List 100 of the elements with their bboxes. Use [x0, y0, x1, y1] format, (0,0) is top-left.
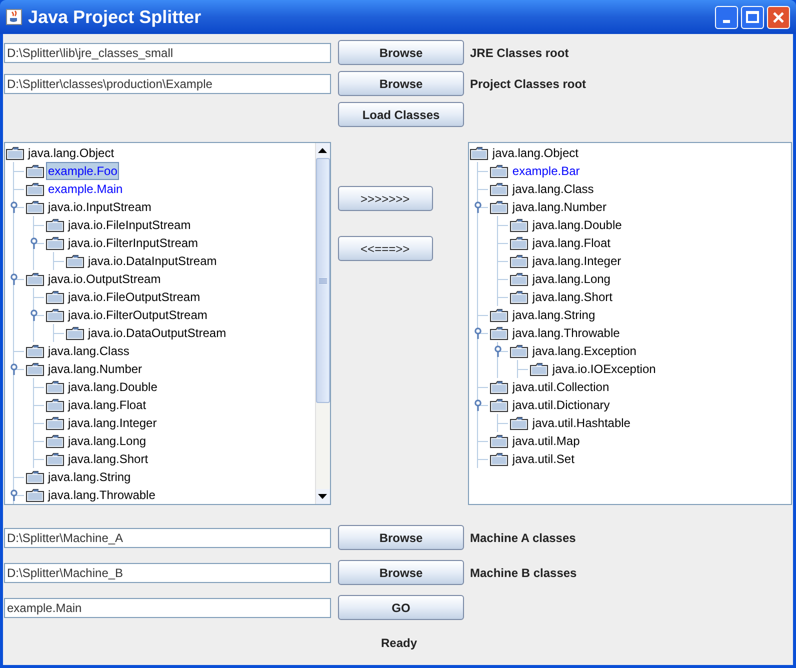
expanded-handle-icon[interactable]: [10, 363, 18, 375]
expanded-handle-icon[interactable]: [10, 201, 18, 213]
tree-item[interactable]: java.util.Collection: [510, 378, 612, 396]
folder-icon: [66, 326, 84, 340]
tree-item[interactable]: java.util.Dictionary: [510, 396, 612, 414]
expanded-handle-icon[interactable]: [494, 345, 502, 357]
folder-icon: [66, 254, 84, 268]
tree-item[interactable]: java.util.Set: [510, 450, 576, 468]
folder-icon: [510, 272, 528, 286]
expanded-handle-icon[interactable]: [474, 399, 482, 411]
tree-item[interactable]: java.lang.Short: [66, 450, 150, 468]
tree-item[interactable]: java.io.DataInputStream: [86, 252, 219, 270]
down-arrow-icon[interactable]: [318, 494, 328, 499]
tree-item[interactable]: java.lang.String: [46, 468, 133, 486]
folder-icon: [510, 290, 528, 304]
folder-icon: [26, 164, 44, 178]
window-title: Java Project Splitter: [28, 6, 202, 29]
folder-icon: [46, 218, 64, 232]
tree-item[interactable]: java.lang.Throwable: [510, 324, 622, 342]
path-field[interactable]: D:\Splitter\lib\jre_classes_small: [4, 42, 331, 62]
expanded-handle-icon[interactable]: [30, 237, 38, 249]
field-label: Machine B classes: [470, 564, 577, 582]
tree-item[interactable]: example.Foo: [46, 162, 120, 180]
load-classes-button[interactable]: Load Classes: [338, 102, 464, 127]
tree-item[interactable]: java.util.Hashtable: [530, 414, 632, 432]
expanded-handle-icon[interactable]: [10, 273, 18, 285]
folder-icon: [26, 200, 44, 214]
folder-icon: [46, 434, 64, 448]
folder-icon: [490, 452, 508, 466]
tree-item[interactable]: java.lang.Double: [66, 378, 160, 396]
tree-item[interactable]: java.lang.Object: [26, 144, 116, 162]
coffee-cup-icon: [6, 9, 22, 25]
tree-item[interactable]: java.lang.Number: [510, 198, 608, 216]
folder-icon: [46, 290, 64, 304]
tree-item[interactable]: java.lang.Long: [66, 432, 148, 450]
folder-icon: [26, 488, 44, 502]
folder-icon: [46, 236, 64, 250]
tree-item[interactable]: java.lang.Throwable: [46, 486, 158, 504]
move-button[interactable]: <<===>>: [338, 236, 433, 261]
expanded-handle-icon[interactable]: [10, 489, 18, 501]
tree-item[interactable]: java.io.FileInputStream: [66, 216, 193, 234]
tree-item[interactable]: java.lang.Float: [530, 234, 612, 252]
field-label: JRE Classes root: [470, 44, 569, 62]
move-button[interactable]: >>>>>>>: [338, 186, 433, 211]
path-field[interactable]: D:\Splitter\Machine_A: [4, 528, 331, 548]
tree-item[interactable]: example.Main: [46, 180, 125, 198]
maximize-button[interactable]: [741, 6, 764, 28]
minimize-button[interactable]: [715, 6, 738, 28]
scrollbar-thumb[interactable]: [316, 158, 330, 403]
close-icon: [772, 10, 785, 24]
expanded-handle-icon[interactable]: [474, 327, 482, 339]
tree-item[interactable]: java.io.InputStream: [46, 198, 154, 216]
tree-item[interactable]: java.lang.Short: [530, 288, 614, 306]
status-text: Ready: [380, 634, 418, 652]
expanded-handle-icon[interactable]: [30, 309, 38, 321]
up-arrow-icon[interactable]: [318, 148, 328, 153]
browse-button[interactable]: Browse: [338, 71, 464, 96]
tree-item[interactable]: java.lang.Object: [490, 144, 580, 162]
folder-icon: [490, 200, 508, 214]
scrollbar[interactable]: [314, 143, 330, 504]
folder-icon: [26, 362, 44, 376]
path-field[interactable]: example.Main: [4, 598, 331, 618]
go-button[interactable]: GO: [338, 595, 464, 620]
tree-item[interactable]: java.lang.Integer: [530, 252, 624, 270]
close-button[interactable]: [767, 6, 790, 28]
tree-item[interactable]: java.lang.Class: [46, 342, 132, 360]
tree-item[interactable]: java.lang.Exception: [530, 342, 638, 360]
path-field[interactable]: D:\Splitter\Machine_B: [4, 562, 331, 582]
tree-item[interactable]: java.lang.Float: [66, 396, 148, 414]
expanded-handle-icon[interactable]: [474, 201, 482, 213]
tree-item[interactable]: java.lang.Double: [530, 216, 624, 234]
folder-icon: [490, 164, 508, 178]
browse-button[interactable]: Browse: [338, 560, 464, 585]
folder-icon: [510, 344, 528, 358]
tree-item[interactable]: java.io.OutputStream: [46, 270, 163, 288]
tree-item[interactable]: java.io.FilterInputStream: [66, 234, 200, 252]
tree-item[interactable]: java.lang.Long: [530, 270, 612, 288]
folder-icon: [490, 434, 508, 448]
folder-icon: [46, 398, 64, 412]
folder-icon: [510, 218, 528, 232]
path-field[interactable]: D:\Splitter\classes\production\Example: [4, 74, 331, 94]
tree-item[interactable]: java.lang.Integer: [66, 414, 159, 432]
field-label: Project Classes root: [470, 76, 586, 92]
browse-button[interactable]: Browse: [338, 40, 464, 65]
tree-item[interactable]: java.lang.String: [510, 306, 598, 324]
tree-item[interactable]: example.Bar: [510, 162, 582, 180]
browse-button[interactable]: Browse: [338, 525, 464, 550]
tree-item[interactable]: java.io.FilterOutputStream: [66, 306, 210, 324]
tree-item[interactable]: java.io.DataOutputStream: [86, 324, 228, 342]
tree-item[interactable]: java.io.FileOutputStream: [66, 288, 202, 306]
folder-icon: [46, 380, 64, 394]
tree-item[interactable]: java.lang.Class: [510, 180, 596, 198]
folder-icon: [26, 470, 44, 484]
folder-icon: [490, 398, 508, 412]
tree-item[interactable]: java.io.IOException: [550, 360, 658, 378]
folder-icon: [26, 272, 44, 286]
tree-item[interactable]: java.util.Map: [510, 432, 582, 450]
folder-icon: [26, 344, 44, 358]
folder-icon: [26, 182, 44, 196]
tree-item[interactable]: java.lang.Number: [46, 360, 144, 378]
